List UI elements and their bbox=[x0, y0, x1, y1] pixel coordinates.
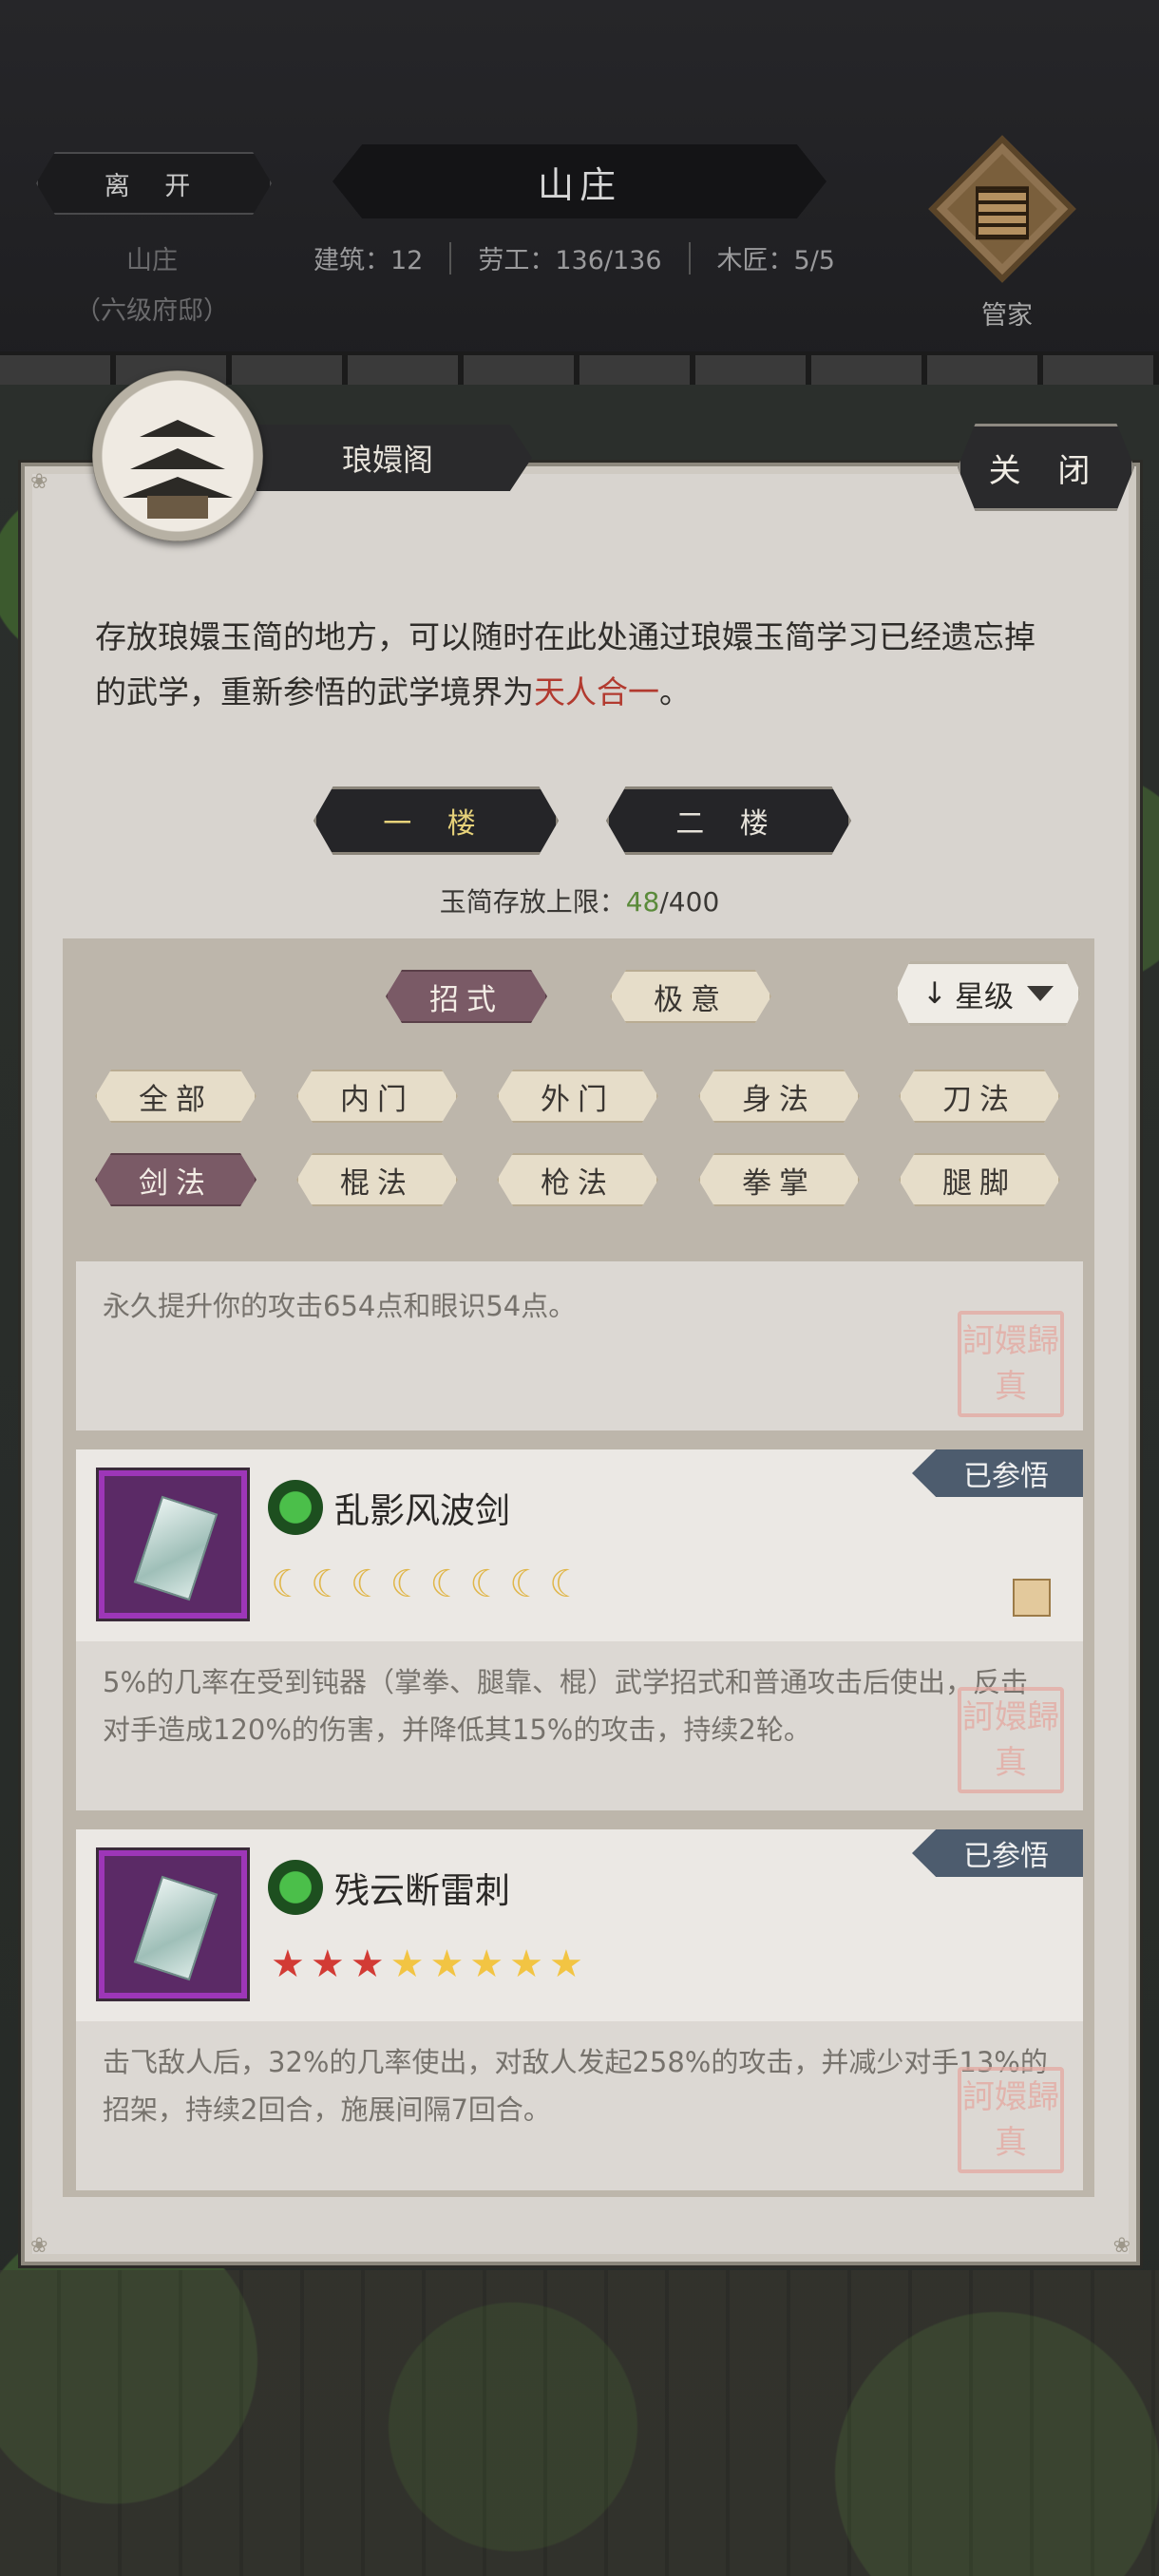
corner-ornament: ❀ bbox=[1112, 2234, 1130, 2258]
moon-icon: ☾ bbox=[350, 1563, 385, 1606]
storage-capacity: 玉简存放上限：48/400 bbox=[0, 881, 1159, 919]
estate-stats: 建筑：12 劳工：136/136 木匠：5/5 bbox=[314, 239, 835, 276]
skill-name: 残云断雷刺 bbox=[334, 1870, 510, 1911]
stat-buildings: 建筑：12 bbox=[314, 246, 424, 275]
sword-type-icon bbox=[268, 1480, 323, 1535]
star-icon: ★ bbox=[429, 1942, 465, 1986]
star-icon: ★ bbox=[310, 1942, 345, 1986]
scroll-note-icon[interactable] bbox=[1013, 1579, 1051, 1617]
moon-icon: ☾ bbox=[469, 1563, 504, 1606]
star-icon: ★ bbox=[549, 1942, 583, 1986]
filter-blade[interactable]: 刀法 bbox=[899, 1070, 1060, 1123]
filter-inner[interactable]: 内门 bbox=[296, 1070, 458, 1123]
capacity-max: /400 bbox=[659, 886, 720, 918]
close-button[interactable]: 关 闭 bbox=[958, 424, 1134, 511]
filter-staff[interactable]: 棍法 bbox=[296, 1153, 458, 1206]
stat-carpenters: 木匠：5/5 bbox=[716, 246, 835, 275]
star-icon: ★ bbox=[350, 1942, 385, 1986]
skill-name: 乱影风波剑 bbox=[334, 1490, 510, 1531]
moon-icon: ☾ bbox=[549, 1563, 583, 1606]
status-badge: 已参悟 bbox=[912, 1449, 1083, 1497]
moon-icon: ☾ bbox=[509, 1563, 544, 1606]
butler-label[interactable]: 管家 bbox=[950, 294, 1064, 331]
tab-ultimate[interactable]: 极意 bbox=[610, 970, 771, 1023]
filter-sword[interactable]: 剑法 bbox=[95, 1153, 256, 1206]
star-icon: ★ bbox=[271, 1942, 305, 1986]
star-icon: ★ bbox=[509, 1942, 544, 1986]
divider bbox=[449, 241, 452, 275]
sort-dropdown[interactable]: ↓ 星级 bbox=[895, 961, 1081, 1026]
tab-floor-2[interactable]: 二 楼 bbox=[606, 786, 851, 855]
building-name-tab: 琅嬛阁 bbox=[256, 425, 532, 491]
skill-effect: 击飞敌人后，32%的几率使出，对敌人发起258%的攻击，并减少对手13%的招架，… bbox=[103, 2046, 1048, 2126]
moon-icon: ☾ bbox=[390, 1563, 425, 1606]
skill-detail: 击飞敌人后，32%的几率使出，对敌人发起258%的攻击，并减少对手13%的招架，… bbox=[76, 2021, 1083, 2190]
list-item[interactable]: 残云断雷刺 已参悟 ★ ★ ★ ★ ★ ★ ★ ★ 击飞敌人后，32%的几率使出… bbox=[76, 1829, 1083, 2190]
building-description: 存放琅嬛玉简的地方，可以随时在此处通过琅嬛玉简学习已经遗忘掉的武学，重新参悟的武… bbox=[95, 610, 1064, 720]
tab-floor-1[interactable]: 一 楼 bbox=[314, 786, 559, 855]
background-floor bbox=[0, 2270, 1159, 2576]
filter-fist[interactable]: 拳掌 bbox=[698, 1153, 860, 1206]
sword-type-icon bbox=[268, 1860, 323, 1915]
description-highlight: 天人合一 bbox=[534, 673, 659, 710]
moon-icon: ☾ bbox=[271, 1563, 305, 1606]
skill-detail: 5%的几率在受到钝器（掌拳、腿靠、棍）武学招式和普通攻击后使出，反击对手造成12… bbox=[76, 1641, 1083, 1810]
status-badge: 已参悟 bbox=[912, 1829, 1083, 1877]
moon-icon: ☾ bbox=[429, 1563, 465, 1606]
divider bbox=[688, 241, 691, 275]
seal-stamp: 訶嬛歸真 bbox=[958, 1311, 1064, 1417]
skill-rating: ☾ ☾ ☾ ☾ ☾ ☾ ☾ ☾ bbox=[271, 1563, 583, 1605]
filter-movement[interactable]: 身法 bbox=[698, 1070, 860, 1123]
filter-outer[interactable]: 外门 bbox=[497, 1070, 658, 1123]
tab-moves[interactable]: 招式 bbox=[386, 970, 547, 1023]
filter-leg[interactable]: 腿脚 bbox=[899, 1153, 1060, 1206]
arrow-down-icon: ↓ bbox=[922, 976, 947, 1011]
description-end: 。 bbox=[659, 673, 691, 710]
abacus-icon[interactable] bbox=[928, 135, 1076, 283]
capacity-current: 48 bbox=[625, 886, 660, 918]
seal-stamp: 訶嬛歸真 bbox=[958, 2067, 1064, 2173]
chevron-down-icon bbox=[1026, 986, 1054, 1001]
page-title: 山庄 bbox=[332, 144, 826, 218]
skill-effect: 永久提升你的攻击654点和眼识54点。 bbox=[103, 1290, 577, 1322]
corner-ornament: ❀ bbox=[30, 2234, 48, 2258]
filter-spear[interactable]: 枪法 bbox=[497, 1153, 658, 1206]
star-icon: ★ bbox=[390, 1942, 425, 1986]
filter-all[interactable]: 全部 bbox=[95, 1070, 256, 1123]
capacity-label: 玉简存放上限： bbox=[439, 886, 626, 918]
corner-ornament: ❀ bbox=[30, 470, 48, 494]
list-item[interactable]: 乱影风波剑 已参悟 ☾ ☾ ☾ ☾ ☾ ☾ ☾ ☾ 5%的几率在受到钝器（掌拳、… bbox=[76, 1449, 1083, 1810]
moon-icon: ☾ bbox=[310, 1563, 345, 1606]
skill-effect: 5%的几率在受到钝器（掌拳、腿靠、棍）武学招式和普通攻击后使出，反击对手造成12… bbox=[103, 1666, 1029, 1746]
jade-slip-icon bbox=[99, 1470, 247, 1619]
stat-labor: 劳工：136/136 bbox=[478, 246, 662, 275]
sort-label: 星级 bbox=[954, 979, 1014, 1014]
location-rank: （六级府邸） bbox=[75, 296, 229, 326]
skill-rating: ★ ★ ★ ★ ★ ★ ★ ★ bbox=[271, 1943, 583, 1985]
pagoda-icon bbox=[92, 370, 263, 541]
star-icon: ★ bbox=[469, 1942, 504, 1986]
leave-button[interactable]: 离 开 bbox=[36, 152, 272, 215]
top-bar: 离 开 山庄 山庄 （六级府邸） 建筑：12 劳工：136/136 木匠：5/5… bbox=[0, 0, 1159, 375]
location-name: 山庄 bbox=[126, 246, 178, 275]
list-item[interactable]: 永久提升你的攻击654点和眼识54点。 訶嬛歸真 bbox=[76, 1261, 1083, 1430]
seal-stamp: 訶嬛歸真 bbox=[958, 1687, 1064, 1793]
jade-slip-icon bbox=[99, 1850, 247, 1998]
